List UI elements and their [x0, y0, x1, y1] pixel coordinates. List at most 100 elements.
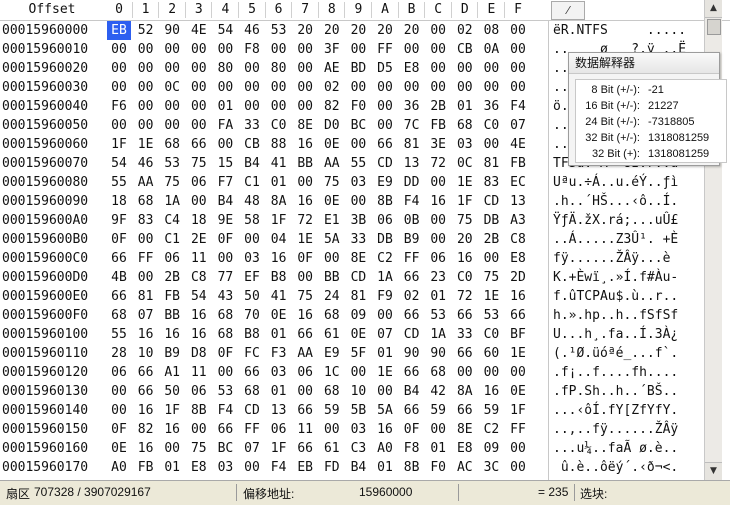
hex-byte[interactable]: 00	[373, 382, 397, 401]
hex-byte[interactable]: 0F	[293, 249, 317, 268]
hex-byte[interactable]: 00	[107, 59, 131, 78]
hex-byte[interactable]: 68	[320, 306, 344, 325]
hex-byte[interactable]: 16	[293, 135, 317, 154]
hex-byte[interactable]: 75	[160, 173, 184, 192]
ascii-text[interactable]: ...u¼..faÃ ø.è..	[553, 439, 701, 458]
hex-byte[interactable]: D8	[187, 344, 211, 363]
hex-row[interactable]: 00015960100 55 16 16 16 68 B8 01 66 61 0E 07 CD 1A 33 C…	[0, 325, 700, 344]
ascii-text[interactable]: h.».hp..h..fSfSf	[553, 306, 701, 325]
hex-byte[interactable]: 00	[373, 116, 397, 135]
hex-byte[interactable]: 0B	[400, 211, 424, 230]
hex-byte[interactable]: 66	[134, 382, 158, 401]
hex-byte[interactable]: 68	[453, 116, 477, 135]
ascii-text[interactable]: ..‚..fÿ......ŽÂÿ	[553, 420, 701, 439]
hex-byte[interactable]: 11	[187, 249, 211, 268]
hex-byte[interactable]: 0E	[107, 439, 131, 458]
hex-byte[interactable]: 9E	[213, 211, 237, 230]
hex-byte[interactable]: 00	[293, 382, 317, 401]
hex-byte[interactable]: 59	[479, 401, 503, 420]
hex-byte[interactable]: 00	[160, 439, 184, 458]
hex-row[interactable]: 000159600E0 66 81 FB 54 43 50 41 75 24 81 F9 02 01 72 1…	[0, 287, 700, 306]
hex-byte[interactable]: 00	[479, 78, 503, 97]
hex-byte[interactable]: 80	[267, 59, 291, 78]
hex-byte[interactable]: 7C	[400, 116, 424, 135]
hex-byte[interactable]: 18	[107, 192, 131, 211]
hex-byte[interactable]: 00	[426, 40, 450, 59]
hex-byte[interactable]: 16	[160, 325, 184, 344]
hex-byte[interactable]: 00	[426, 420, 450, 439]
hex-byte[interactable]: 01	[453, 97, 477, 116]
hex-byte[interactable]: FB	[426, 116, 450, 135]
hex-byte[interactable]: 88	[267, 135, 291, 154]
hex-byte[interactable]: 52	[134, 21, 158, 40]
hex-byte[interactable]: 81	[346, 287, 370, 306]
hex-byte[interactable]: 0E	[506, 382, 530, 401]
hex-row[interactable]: 000159600C0 66 FF 06 11 00 03 16 0F 00 8E C2 FF 06 16 0…	[0, 249, 700, 268]
hex-byte[interactable]: 23	[426, 268, 450, 287]
hex-byte[interactable]: 54	[213, 21, 237, 40]
hex-byte[interactable]: 66	[400, 268, 424, 287]
hex-byte[interactable]: BF	[506, 325, 530, 344]
hex-byte[interactable]: 18	[187, 211, 211, 230]
hex-byte[interactable]: 66	[400, 363, 424, 382]
hex-byte[interactable]: 2B	[479, 230, 503, 249]
hex-byte[interactable]: 00	[426, 78, 450, 97]
hex-byte[interactable]: 00	[479, 59, 503, 78]
hex-byte[interactable]: 03	[346, 173, 370, 192]
hex-byte[interactable]: 07	[134, 306, 158, 325]
hex-byte[interactable]: 00	[373, 97, 397, 116]
hex-byte[interactable]: E8	[187, 458, 211, 477]
hex-byte[interactable]: 00	[160, 59, 184, 78]
hex-byte[interactable]: C0	[267, 116, 291, 135]
hex-byte[interactable]: 06	[267, 420, 291, 439]
hex-byte[interactable]: 00	[134, 268, 158, 287]
hex-byte[interactable]: C3	[346, 439, 370, 458]
ascii-text[interactable]: f.ûTCPAu$.ù..r..	[553, 287, 701, 306]
hex-byte[interactable]: 01	[160, 458, 184, 477]
hex-byte[interactable]: 20	[346, 21, 370, 40]
hex-byte[interactable]: C0	[479, 325, 503, 344]
hex-byte[interactable]: C1	[240, 173, 264, 192]
hex-row[interactable]: 00015960110 28 10 B9 D8 0F FC F3 AA E9 5F 01 90 90 66 6…	[0, 344, 700, 363]
hex-byte[interactable]: 00	[426, 230, 450, 249]
hex-byte[interactable]: 00	[346, 78, 370, 97]
hex-byte[interactable]: 53	[160, 154, 184, 173]
hex-byte[interactable]: 02	[453, 21, 477, 40]
hex-byte[interactable]: 46	[240, 21, 264, 40]
hex-byte[interactable]: 00	[506, 78, 530, 97]
hex-byte[interactable]: 00	[453, 363, 477, 382]
hex-byte[interactable]: F8	[400, 439, 424, 458]
hex-byte[interactable]: F9	[373, 287, 397, 306]
hex-byte[interactable]: EF	[240, 268, 264, 287]
hex-byte[interactable]: 0F	[107, 420, 131, 439]
hex-byte[interactable]: AA	[320, 154, 344, 173]
hex-byte[interactable]: F0	[346, 97, 370, 116]
ascii-text[interactable]: (.¹Ø.üóªé_...f`.	[553, 344, 701, 363]
hex-byte[interactable]: 15	[213, 154, 237, 173]
hex-byte[interactable]: 20	[400, 21, 424, 40]
hex-byte[interactable]: 53	[426, 306, 450, 325]
hex-byte[interactable]: BB	[293, 154, 317, 173]
hex-byte[interactable]: 16	[134, 325, 158, 344]
hex-byte[interactable]: 00	[213, 78, 237, 97]
hex-byte[interactable]: 00	[213, 363, 237, 382]
hex-byte[interactable]: 72	[426, 154, 450, 173]
hex-byte[interactable]: 24	[320, 287, 344, 306]
hex-byte[interactable]: 00	[426, 211, 450, 230]
hex-byte[interactable]: 00	[293, 97, 317, 116]
hex-byte[interactable]: 66	[400, 401, 424, 420]
hex-byte[interactable]: F4	[400, 192, 424, 211]
ascii-text[interactable]: û.è..ôëý´.‹ð¬<.	[553, 458, 701, 477]
hex-byte[interactable]: 01	[426, 287, 450, 306]
hex-byte[interactable]: 00	[107, 116, 131, 135]
hex-byte[interactable]: 00	[506, 439, 530, 458]
hex-row[interactable]: 00015960150 0F 82 16 00 66 FF 06 11 00 03 16 0F 00 8E C…	[0, 420, 700, 439]
hex-byte[interactable]: 1F	[453, 192, 477, 211]
hex-byte[interactable]: 00	[134, 40, 158, 59]
ascii-text[interactable]: ..Á.....Z3Û¹. +È	[553, 230, 701, 249]
hex-byte[interactable]: CD	[400, 325, 424, 344]
hex-byte[interactable]: 66	[240, 363, 264, 382]
hex-byte[interactable]: 10	[346, 382, 370, 401]
hex-byte[interactable]: 50	[160, 382, 184, 401]
hex-byte[interactable]: C8	[506, 230, 530, 249]
